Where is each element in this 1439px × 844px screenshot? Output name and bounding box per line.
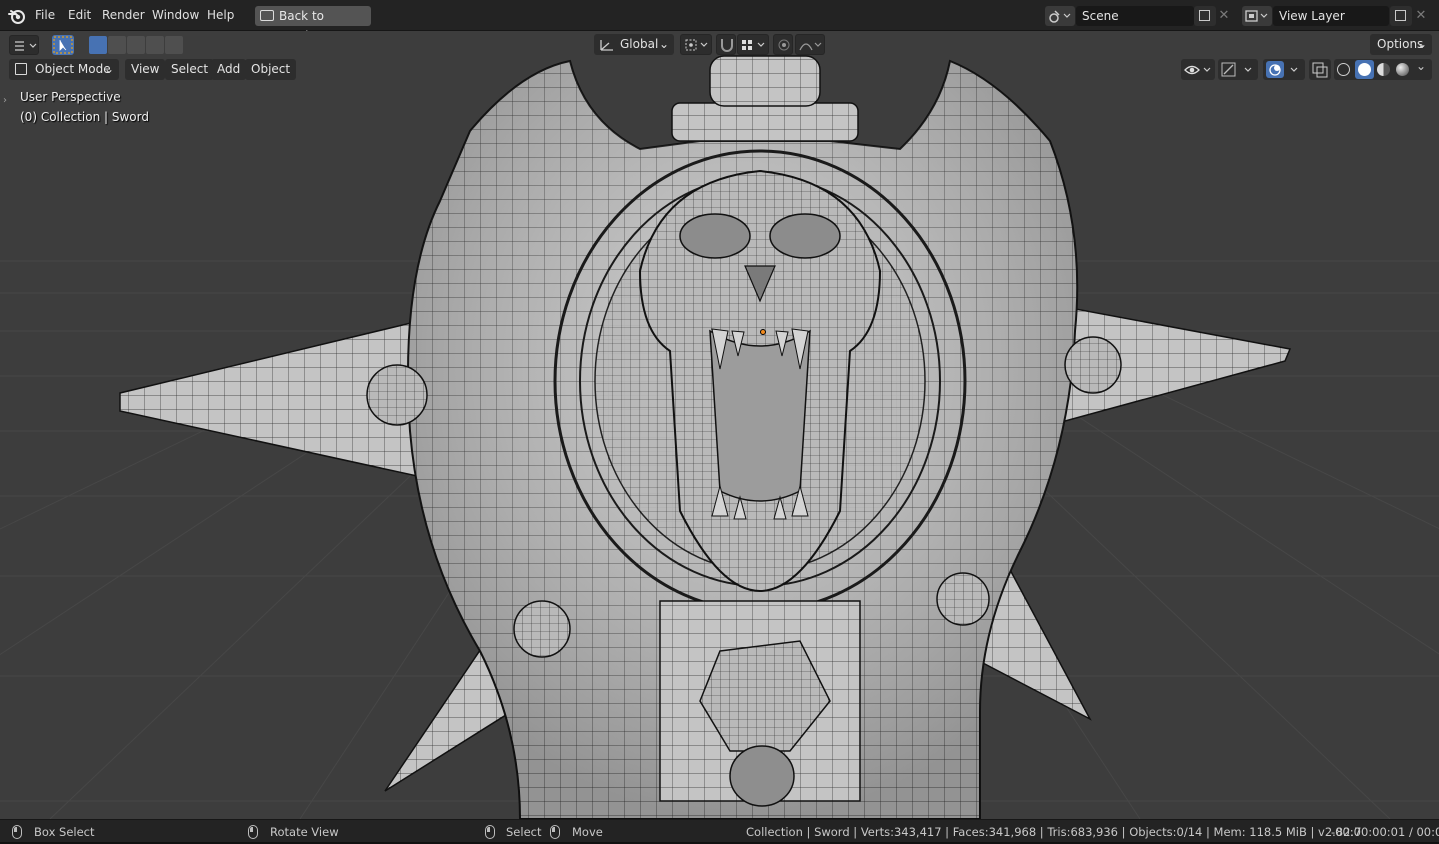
chevron-down-icon: ⌄ xyxy=(103,62,114,76)
view-layer-field[interactable]: View Layer xyxy=(1273,6,1389,26)
active-collection-label: (0) Collection | Sword xyxy=(20,110,149,124)
playback-time: -00:00:00:01 / 00:00 xyxy=(1331,825,1439,839)
snap-icon[interactable] xyxy=(716,34,736,55)
editor-type-icon[interactable] xyxy=(9,35,39,55)
object-mode-dropdown[interactable]: Object Mode ⌄ xyxy=(9,59,119,80)
close-icon[interactable]: ✕ xyxy=(1214,6,1234,26)
view-layer-icon[interactable] xyxy=(1242,6,1272,26)
blender-logo-icon[interactable] xyxy=(8,7,26,25)
transform-orientation-label: Global xyxy=(620,37,659,51)
snap-target-icon[interactable] xyxy=(737,34,769,55)
scene-statistics: Collection | Sword | Verts:343,417 | Fac… xyxy=(746,825,1362,839)
select-tool-icon[interactable] xyxy=(52,35,74,55)
new-icon xyxy=(1199,10,1210,21)
object-origin-marker xyxy=(760,329,766,335)
new-view-layer-button[interactable] xyxy=(1390,6,1412,26)
shading-mode-group: ⌄ xyxy=(1334,59,1432,80)
select-mode-intersect-icon[interactable] xyxy=(165,36,183,54)
select-mode-invert-icon[interactable] xyxy=(146,36,164,54)
xray-icon[interactable] xyxy=(1309,59,1331,80)
falloff-icon[interactable] xyxy=(795,34,825,55)
gizmo-icon[interactable] xyxy=(1218,59,1258,80)
scene-name-field[interactable]: Scene xyxy=(1076,6,1194,26)
object-mode-label: Object Mode xyxy=(35,62,111,76)
chevron-down-icon[interactable]: ⌄ xyxy=(1416,59,1426,73)
transform-orientation-dropdown[interactable]: Global ⌄ xyxy=(594,34,674,55)
status-move: Move xyxy=(572,825,603,839)
mouse-left-icon xyxy=(12,825,22,839)
menu-render[interactable]: Render xyxy=(102,8,145,22)
scene-icon[interactable] xyxy=(1045,6,1075,26)
proportional-icon[interactable] xyxy=(773,34,793,55)
transform-orientation-icon xyxy=(600,40,613,51)
mouse-right-icon xyxy=(550,825,560,839)
status-select: Select xyxy=(506,825,542,839)
visibility-icon[interactable] xyxy=(1181,59,1215,80)
sword-guard-mesh[interactable] xyxy=(0,31,1439,819)
pivot-icon[interactable] xyxy=(680,34,712,55)
top-menu-bar: File Edit Render Window Help Back to Pre… xyxy=(0,0,1439,43)
menu-select[interactable]: Select xyxy=(165,59,215,80)
status-box-select: Box Select xyxy=(34,825,95,839)
wireframe-shading-icon[interactable] xyxy=(1337,63,1350,76)
close-icon[interactable]: ✕ xyxy=(1411,6,1431,26)
new-scene-button[interactable] xyxy=(1194,6,1216,26)
select-mode-subtract-icon[interactable] xyxy=(127,36,145,54)
chevron-down-icon: ⌄ xyxy=(1416,37,1427,51)
chevron-down-icon: ⌄ xyxy=(658,37,669,51)
solid-shading-icon[interactable] xyxy=(1358,63,1371,76)
menu-window[interactable]: Window xyxy=(152,8,199,22)
menu-add[interactable]: Add xyxy=(211,59,247,80)
menu-object[interactable]: Object xyxy=(245,59,297,80)
object-mode-icon xyxy=(15,63,27,75)
material-shading-icon[interactable] xyxy=(1377,63,1390,76)
back-icon xyxy=(260,10,274,21)
select-mode-new-icon[interactable] xyxy=(89,36,107,54)
mouse-left-icon xyxy=(485,825,495,839)
toolbar-expand-icon[interactable]: › xyxy=(3,95,7,106)
status-bar: Box Select Rotate View Select Move Colle… xyxy=(0,819,1439,844)
rendered-shading-icon[interactable] xyxy=(1396,63,1409,76)
mouse-middle-icon xyxy=(248,825,258,839)
options-dropdown[interactable]: Options ⌄ xyxy=(1370,34,1432,55)
new-icon xyxy=(1395,10,1406,21)
overlay-icon[interactable] xyxy=(1263,59,1305,80)
status-rotate-view: Rotate View xyxy=(270,825,339,839)
view-perspective-label: User Perspective xyxy=(20,90,121,104)
menu-file[interactable]: File xyxy=(35,8,55,22)
menu-edit[interactable]: Edit xyxy=(68,8,91,22)
menu-view[interactable]: View xyxy=(125,59,166,80)
select-mode-extend-icon[interactable] xyxy=(108,36,126,54)
3d-viewport[interactable]: Global ⌄ Options ⌄ Object Mode ⌄ View Se… xyxy=(0,31,1439,819)
back-to-previous-button[interactable]: Back to Previous xyxy=(255,6,371,43)
menu-help[interactable]: Help xyxy=(207,8,234,22)
